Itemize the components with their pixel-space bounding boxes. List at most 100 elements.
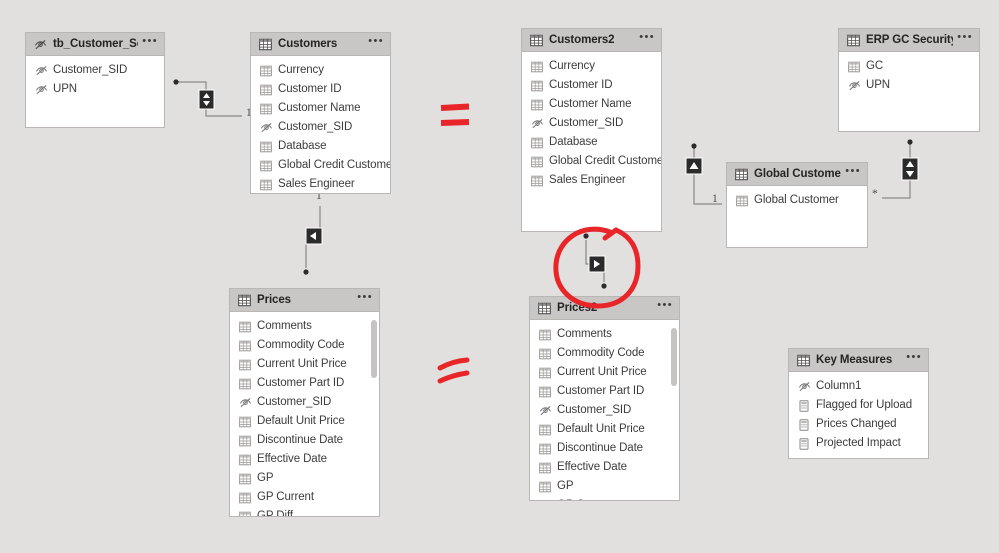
relationship-customers2-globalcustomers[interactable]: 1 — [668, 142, 730, 214]
field-row[interactable]: Currency — [251, 60, 390, 79]
field-row[interactable]: Database — [251, 136, 390, 155]
relationship-customers2-prices2[interactable] — [576, 230, 616, 292]
field-row[interactable]: GP — [230, 468, 379, 487]
field-row[interactable]: Projected Impact — [789, 433, 928, 452]
field-label: UPN — [53, 82, 77, 95]
field-row[interactable]: Global Credit Customer — [522, 151, 661, 170]
field-row[interactable]: Customer ID — [251, 79, 390, 98]
table-field-list: Column1 Flagged for Upload Prices Changed P… — [789, 372, 928, 456]
table-card-erp_gc_security[interactable]: ERP GC Security ••• GC UPN — [838, 28, 980, 132]
field-row[interactable]: Commodity Code — [530, 343, 679, 362]
table-grid-icon — [239, 472, 251, 484]
field-row[interactable]: GP Current — [230, 487, 379, 506]
annotation-equals-top — [438, 100, 478, 136]
field-row[interactable]: Sales Engineer — [251, 174, 390, 193]
field-label: GP Current — [257, 490, 314, 503]
field-row[interactable]: Discontinue Date — [230, 430, 379, 449]
field-row[interactable]: Customer_SID — [251, 117, 390, 136]
table-more-options-icon[interactable]: ••• — [142, 36, 158, 50]
table-grid-icon — [239, 320, 251, 332]
table-header-tb_customer_security[interactable]: tb_Customer_Secu... ••• — [26, 33, 164, 56]
field-label: Global Credit Customer — [549, 154, 662, 167]
table-more-options-icon[interactable]: ••• — [368, 36, 384, 50]
field-row[interactable]: UPN — [26, 79, 164, 98]
field-row[interactable]: GP Current — [530, 495, 679, 501]
table-more-options-icon[interactable]: ••• — [357, 292, 373, 306]
table-field-list: Currency Customer ID Customer Name Customer… — [251, 56, 390, 193]
table-header-prices[interactable]: Prices ••• — [230, 289, 379, 312]
field-row[interactable]: Comments — [530, 324, 679, 343]
table-more-options-icon[interactable]: ••• — [906, 352, 922, 366]
table-title: Prices2 — [557, 302, 598, 314]
vertical-scrollbar[interactable] — [371, 320, 377, 378]
table-card-customers2[interactable]: Customers2 ••• Currency Customer ID Customer… — [521, 28, 662, 232]
table-header-key_measures[interactable]: Key Measures ••• — [789, 349, 928, 372]
table-more-options-icon[interactable]: ••• — [639, 32, 655, 46]
field-label: Flagged for Upload — [816, 398, 913, 411]
field-row[interactable]: Comments — [230, 316, 379, 335]
table-grid-icon — [530, 34, 543, 47]
field-row[interactable]: Flagged for Upload — [789, 395, 928, 414]
field-label: Customer ID — [549, 78, 613, 91]
table-more-options-icon[interactable]: ••• — [845, 166, 861, 180]
table-more-options-icon[interactable]: ••• — [657, 300, 673, 314]
field-row[interactable]: Customer_SID — [530, 400, 679, 419]
table-card-tb_customer_security[interactable]: tb_Customer_Secu... ••• Customer_SID UPN — [25, 32, 165, 128]
field-row[interactable]: Customer Part ID — [530, 381, 679, 400]
table-grid-icon — [847, 34, 860, 47]
field-row[interactable]: Effective Date — [530, 457, 679, 476]
table-card-global_customers[interactable]: Global Customers ••• Global Customer — [726, 162, 868, 248]
table-grid-icon — [239, 453, 251, 465]
field-row[interactable]: Commodity Code — [230, 335, 379, 354]
model-diagram-canvas[interactable]: 1 1 1 * tb_Customer_S ••• Customer_SID U… — [0, 0, 999, 553]
table-card-customers[interactable]: Customers ••• Currency Customer ID Customer … — [250, 32, 391, 194]
field-row[interactable]: Current Unit Price — [230, 354, 379, 373]
table-header-erp_gc_security[interactable]: ERP GC Security ••• — [839, 29, 979, 52]
field-row[interactable]: Customer_SID — [26, 60, 164, 79]
field-row[interactable]: Customer Name — [522, 94, 661, 113]
cardinality-label: 1 — [712, 193, 718, 205]
field-row[interactable]: Current Unit Price — [530, 362, 679, 381]
table-card-key_measures[interactable]: Key Measures ••• Column1 Flagged for Upload… — [788, 348, 929, 459]
field-row[interactable]: Customer ID — [522, 75, 661, 94]
eye-hidden-icon — [34, 38, 47, 51]
relationship-tbcustomersecurity-customers[interactable]: 1 — [170, 74, 262, 124]
field-label: Comments — [557, 327, 612, 340]
table-header-global_customers[interactable]: Global Customers ••• — [727, 163, 867, 186]
table-grid-icon — [531, 98, 543, 110]
table-header-prices2[interactable]: Prices2 ••• — [530, 297, 679, 320]
field-label: Customer_SID — [549, 116, 624, 129]
field-row[interactable]: Customer Part ID — [230, 373, 379, 392]
table-card-prices2[interactable]: Prices2 ••• Comments Commodity Code Current … — [529, 296, 680, 501]
field-row[interactable]: Discontinue Date — [530, 438, 679, 457]
field-row[interactable]: UPN — [839, 75, 979, 94]
field-row[interactable]: GP — [530, 476, 679, 495]
table-more-options-icon[interactable]: ••• — [957, 32, 973, 46]
field-row[interactable]: Customer Name — [251, 98, 390, 117]
table-header-customers2[interactable]: Customers2 ••• — [522, 29, 661, 52]
field-row[interactable]: Default Unit Price — [230, 411, 379, 430]
field-row[interactable]: Customer_SID — [522, 113, 661, 132]
field-row[interactable]: Column1 — [789, 376, 928, 395]
relationship-customers-prices[interactable]: 1 — [296, 190, 336, 278]
field-label: Default Unit Price — [257, 414, 345, 427]
field-row[interactable]: Default Unit Price — [530, 419, 679, 438]
field-row[interactable]: Prices Changed — [789, 414, 928, 433]
field-row[interactable]: Database — [522, 132, 661, 151]
field-row[interactable]: GC — [839, 56, 979, 75]
table-header-customers[interactable]: Customers ••• — [251, 33, 390, 56]
eye-hidden-icon — [35, 83, 48, 95]
vertical-scrollbar[interactable] — [671, 328, 677, 386]
field-row[interactable]: GP Diff — [230, 506, 379, 516]
field-row[interactable]: Global Credit Customer — [251, 155, 390, 174]
eye-hidden-icon — [260, 121, 273, 133]
table-grid-icon — [539, 499, 551, 501]
field-row[interactable]: Customer_SID — [230, 392, 379, 411]
relationship-erpgcsecurity-globalcustomers[interactable]: * — [868, 136, 934, 218]
table-card-prices[interactable]: Prices ••• Comments Commodity Code Current U… — [229, 288, 380, 517]
table-grid-icon — [735, 168, 748, 181]
field-row[interactable]: Currency — [522, 56, 661, 75]
field-row[interactable]: Global Customer — [727, 190, 867, 209]
field-row[interactable]: Effective Date — [230, 449, 379, 468]
field-row[interactable]: Sales Engineer — [522, 170, 661, 189]
